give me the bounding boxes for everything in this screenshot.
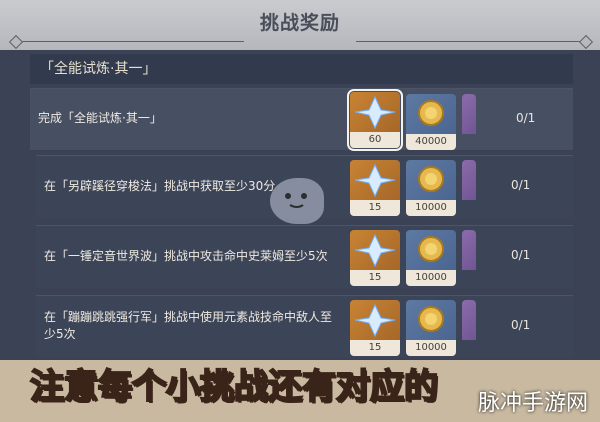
primogem-icon <box>350 300 400 340</box>
reward-item-mora[interactable]: 10000 <box>406 230 456 286</box>
primogem-icon <box>350 92 400 132</box>
title-divider-right <box>356 41 586 42</box>
reward-quantity: 15 <box>350 340 400 356</box>
reward-row: 在「一锤定音世界波」挑战中攻击命中史莱姆至少5次 15 10000 0/1 <box>36 225 573 288</box>
title-divider-left <box>14 41 244 42</box>
reward-item-mora[interactable]: 10000 <box>406 300 456 356</box>
row-task-text-line-2: 少5次 <box>44 327 76 341</box>
reward-row: 在「蹦蹦跳跳强行军」挑战中使用元素战技命中敌人至 少5次 15 10000 0/… <box>36 295 573 358</box>
reward-item-primogem[interactable]: 15 <box>350 160 400 216</box>
mora-icon <box>406 230 456 270</box>
page-title: 挑战奖励 <box>259 12 340 34</box>
ghost-mascot-icon <box>270 178 324 224</box>
primogem-icon <box>350 160 400 200</box>
reward-quantity: 15 <box>350 270 400 286</box>
mora-icon <box>406 300 456 340</box>
reward-quantity: 40000 <box>406 134 456 150</box>
primogem-icon <box>350 230 400 270</box>
row-task-text: 在「蹦蹦跳跳强行军」挑战中使用元素战技命中敌人至 少5次 <box>44 309 344 343</box>
mora-icon <box>406 94 456 134</box>
row-task-text: 完成「全能试炼·其一」 <box>38 111 162 125</box>
mora-icon <box>406 160 456 200</box>
reward-quantity: 10000 <box>406 200 456 216</box>
row-task-text: 在「一锤定音世界波」挑战中攻击命中史莱姆至少5次 <box>44 249 328 263</box>
watermark-logo: 脉冲手游网 <box>478 391 589 416</box>
progress-count: 0/1 <box>516 111 536 125</box>
reward-quantity: 10000 <box>406 340 456 356</box>
challenge-reward-panel: 挑战奖励 「全能试炼·其一」 完成「全能试炼·其一」 60 40000 0/1 … <box>0 0 600 422</box>
row-task-text: 在「另辟蹊径穿梭法」挑战中获取至少30分 <box>44 179 276 193</box>
reward-row-main: 完成「全能试炼·其一」 60 40000 0/1 <box>30 88 573 151</box>
progress-count: 0/1 <box>511 178 531 192</box>
video-subtitle: 注意每个小挑战还有对应的 <box>29 366 439 408</box>
row-task-text-line-1: 在「蹦蹦跳跳强行军」挑战中使用元素战技命中敌人至 <box>44 310 333 324</box>
section-header: 「全能试炼·其一」 <box>30 54 573 84</box>
reward-item-primogem[interactable]: 15 <box>350 300 400 356</box>
reward-item-mora[interactable]: 10000 <box>406 160 456 216</box>
progress-count: 0/1 <box>511 248 531 262</box>
reward-item-primogem[interactable]: 15 <box>350 230 400 286</box>
reward-item-partial <box>462 300 476 356</box>
reward-item-primogem[interactable]: 60 <box>347 89 403 151</box>
reward-quantity: 10000 <box>406 270 456 286</box>
reward-quantity: 60 <box>350 132 400 148</box>
reward-item-partial <box>462 160 476 216</box>
progress-count: 0/1 <box>511 318 531 332</box>
reward-item-partial <box>462 94 476 150</box>
reward-quantity: 15 <box>350 200 400 216</box>
reward-item-partial <box>462 230 476 286</box>
reward-item-mora[interactable]: 40000 <box>406 94 456 150</box>
